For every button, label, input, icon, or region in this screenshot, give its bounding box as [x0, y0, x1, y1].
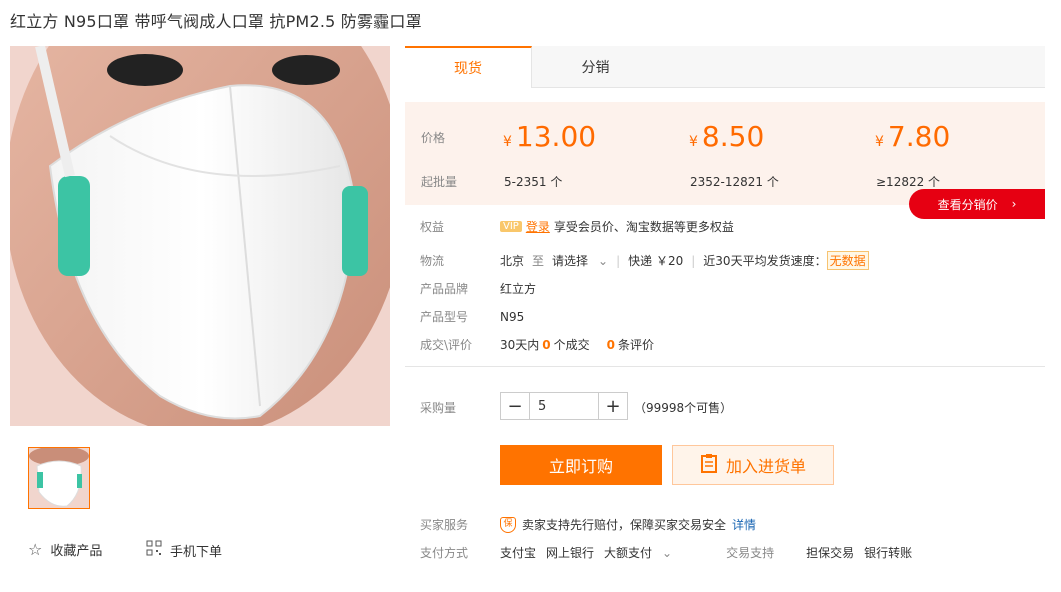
deals-label: 成交\评价: [420, 338, 473, 352]
logistics-label: 物流: [420, 254, 445, 268]
section-divider: [405, 366, 1045, 367]
qrcode-icon: [146, 540, 162, 560]
currency-symbol: ¥: [875, 134, 884, 150]
sale-mode-tabs: 现货 分销: [405, 46, 1045, 88]
add-to-cart-button[interactable]: 加入进货单: [672, 445, 834, 485]
qty-range-1: 5-2351 个: [504, 175, 563, 189]
payment-online-bank: 网上银行: [546, 546, 595, 560]
chevron-right-icon: ›: [1011, 197, 1017, 211]
product-main-image[interactable]: [10, 46, 390, 426]
trade-escrow: 担保交易: [806, 546, 855, 560]
benefits-row: 权益 VIP 登录 享受会员价、淘宝数据等更多权益: [420, 218, 734, 235]
express-fee: 快递 ￥20: [628, 254, 684, 268]
trade-bank-transfer: 银行转账: [864, 546, 913, 560]
qty-range-2: 2352-12821 个: [690, 175, 779, 189]
deals-suffix: 个成交: [553, 338, 590, 352]
currency-symbol: ¥: [503, 134, 512, 150]
price-value: 8.50: [701, 120, 765, 153]
moq-label: 起批量: [421, 175, 458, 189]
product-thumbnail[interactable]: [28, 447, 90, 509]
vip-badge: VIP: [500, 221, 522, 232]
ship-speed-label: 近30天平均发货速度：: [703, 254, 827, 268]
add-to-cart-label: 加入进货单: [725, 457, 806, 476]
brand-row: 产品品牌 红立方: [420, 280, 536, 297]
price-tier-1: ¥ 13.00: [503, 120, 596, 153]
benefits-text: 享受会员价、淘宝数据等更多权益: [553, 220, 734, 234]
buyer-service-label: 买家服务: [420, 518, 469, 532]
brand-value: 红立方: [500, 282, 537, 296]
divider: |: [691, 253, 696, 268]
dist-button-label: 查看分销价: [937, 197, 998, 212]
currency-symbol: ¥: [689, 134, 698, 150]
price-value: 7.80: [887, 120, 951, 153]
qty-range-3: ≥12822 个: [876, 175, 941, 189]
payment-large: 大额支付: [604, 546, 653, 560]
view-distribution-price-button[interactable]: 查看分销价 ›: [909, 189, 1045, 219]
ship-speed-badge: 无数据: [826, 251, 869, 270]
brand-label: 产品品牌: [420, 282, 469, 296]
product-title: 红立方 N95口罩 带呼气阀成人口罩 抗PM2.5 防雾霾口罩: [10, 12, 422, 31]
price-label: 价格: [421, 131, 446, 145]
quantity-input[interactable]: 5: [529, 393, 599, 419]
mobile-order-label: 手机下单: [170, 544, 223, 560]
review-suffix[interactable]: 条评价: [618, 336, 654, 353]
payment-row: 支付方式 支付宝 网上银行 大额支付 ⌄ 交易支持 担保交易 银行转账: [420, 544, 912, 561]
stock-available: （99998个可售）: [634, 401, 733, 415]
star-icon: ☆: [28, 540, 43, 559]
decrement-button[interactable]: −: [501, 393, 529, 419]
deals-row: 成交\评价 30天内 0 个成交 0 条评价: [420, 336, 654, 353]
divider: |: [616, 253, 621, 268]
chevron-down-icon[interactable]: ⌄: [662, 546, 672, 560]
clipboard-icon: [700, 453, 718, 477]
price-tier-2: ¥ 8.50: [689, 120, 764, 153]
quantity-stepper: − 5 +: [500, 392, 628, 420]
price-tier-3: ¥ 7.80: [875, 120, 950, 153]
deals-count: 0: [542, 337, 551, 352]
model-row: 产品型号 N95: [420, 308, 524, 325]
tab-distribution[interactable]: 分销: [532, 46, 659, 88]
details-link[interactable]: 详情: [732, 516, 756, 533]
mobile-order-button[interactable]: 手机下单: [146, 540, 222, 560]
shield-icon: 保: [500, 516, 516, 533]
destination-select-text: 请选择: [552, 254, 589, 268]
deals-prefix: 30天内: [500, 338, 540, 352]
ship-from: 北京: [500, 254, 525, 268]
destination-select[interactable]: 请选择 ⌄: [552, 252, 608, 269]
review-count[interactable]: 0: [607, 338, 615, 352]
payment-alipay: 支付宝: [500, 546, 537, 560]
to-word: 至: [532, 254, 545, 268]
tab-in-stock[interactable]: 现货: [405, 46, 532, 88]
favorite-product-button[interactable]: ☆ 收藏产品: [28, 540, 102, 559]
buyer-service-text: 卖家支持先行赔付，保障买家交易安全: [522, 518, 727, 532]
qty-row: 采购量: [420, 399, 500, 416]
model-value: N95: [500, 309, 525, 324]
buy-now-button[interactable]: 立即订购: [500, 445, 662, 485]
increment-button[interactable]: +: [599, 393, 627, 419]
model-label: 产品型号: [420, 310, 469, 324]
chevron-down-icon: ⌄: [598, 253, 609, 268]
favorite-label: 收藏产品: [50, 544, 103, 559]
price-value: 13.00: [515, 120, 597, 153]
qty-label: 采购量: [420, 401, 457, 415]
trade-support-label: 交易支持: [726, 546, 775, 560]
logistics-row: 物流 北京 至 请选择 ⌄ | 快递 ￥20 | 近30天平均发货速度： 无数据: [420, 251, 869, 270]
login-link[interactable]: 登录: [526, 218, 550, 235]
benefits-label: 权益: [420, 220, 445, 234]
payment-label: 支付方式: [420, 546, 469, 560]
buyer-service-row: 买家服务 保 卖家支持先行赔付，保障买家交易安全 详情: [420, 516, 756, 533]
